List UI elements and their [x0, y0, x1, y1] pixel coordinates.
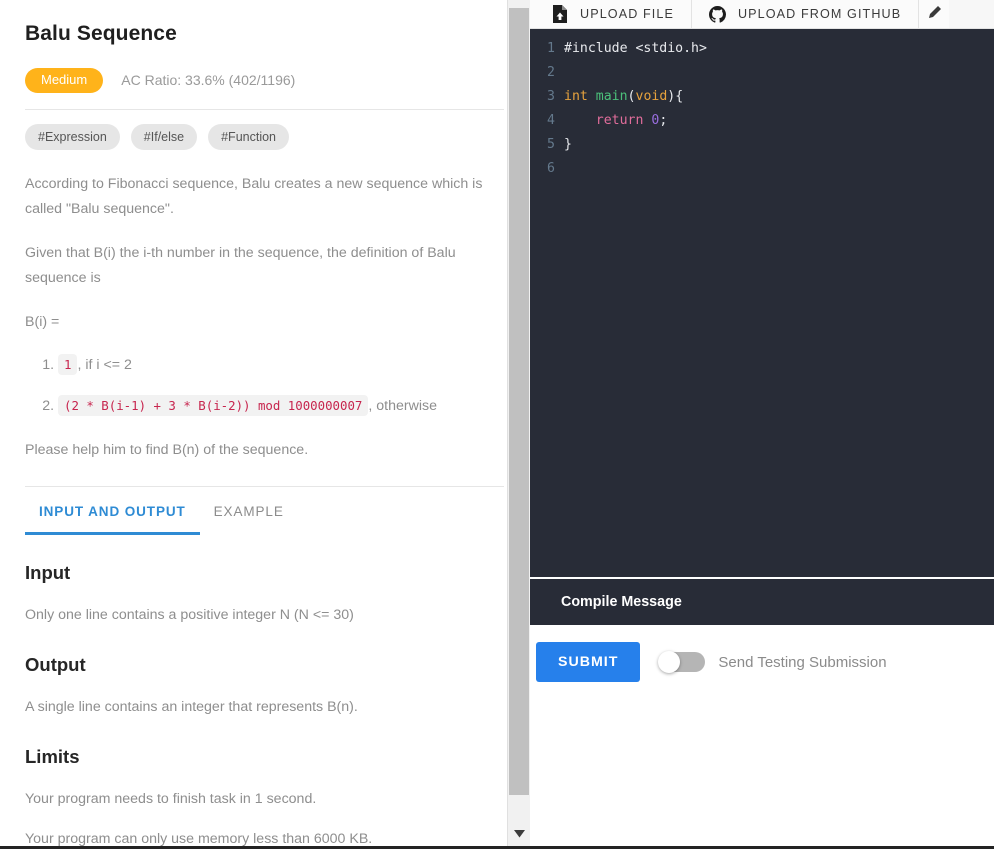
tag-item[interactable]: #If/else — [131, 124, 197, 150]
section-heading-limits: Limits — [25, 746, 504, 768]
section-heading-output: Output — [25, 654, 504, 676]
section-body-input: Only one line contains a positive intege… — [25, 604, 504, 627]
formula-item: (2 * B(i-1) + 3 * B(i-2)) mod 1000000007… — [58, 395, 504, 418]
tag-item[interactable]: #Function — [208, 124, 289, 150]
testing-submission-control: Send Testing Submission — [659, 652, 886, 672]
code-line: 3 int main ( void ) { — [530, 85, 994, 109]
description-paragraph: According to Fibonacci sequence, Balu cr… — [25, 172, 495, 221]
scroll-down-button[interactable] — [508, 822, 530, 846]
github-icon — [709, 6, 726, 23]
code-token: void — [636, 85, 668, 109]
code-editor[interactable]: 1 #include <stdio.h> 2 3 int main ( void… — [530, 29, 994, 577]
problem-panel: Balu Sequence Medium AC Ratio: 33.6% (40… — [0, 0, 530, 846]
page-title: Balu Sequence — [25, 22, 504, 46]
code-token: int — [564, 85, 588, 109]
code-token: { — [675, 85, 683, 109]
closing-paragraph: Please help him to find B(n) of the sequ… — [25, 438, 495, 462]
code-token — [588, 85, 596, 109]
section-heading-input: Input — [25, 562, 504, 584]
code-text: #include <stdio.h> — [564, 37, 707, 61]
difficulty-badge: Medium — [25, 68, 103, 93]
formula-list: 1, if i <= 2 (2 * B(i-1) + 3 * B(i-2)) m… — [25, 354, 504, 417]
upload-from-github-button[interactable]: UPLOAD FROM GITHUB — [692, 0, 919, 28]
formula-item: 1, if i <= 2 — [58, 354, 504, 377]
code-line: 5 } — [530, 133, 994, 157]
upload-from-github-label: UPLOAD FROM GITHUB — [738, 7, 901, 21]
formula-lead: B(i) = — [25, 310, 495, 334]
code-line: 2 — [530, 61, 994, 85]
tag-list: #Expression #If/else #Function — [25, 124, 504, 150]
toggle-knob — [658, 651, 680, 673]
upload-file-label: UPLOAD FILE — [580, 7, 674, 21]
line-number: 3 — [530, 85, 564, 109]
section-body-limits-memory: Your program can only use memory less th… — [25, 828, 504, 846]
send-testing-submission-toggle[interactable] — [659, 652, 705, 672]
code-line: 6 — [530, 157, 994, 181]
draft-button[interactable] — [919, 0, 949, 28]
compile-message-header: Compile Message — [530, 579, 994, 625]
line-number: 5 — [530, 133, 564, 157]
tab-example[interactable]: EXAMPLE — [200, 487, 298, 535]
scrollbar-thumb[interactable] — [509, 8, 529, 795]
code-token: } — [564, 133, 572, 157]
code-token: ( — [628, 85, 636, 109]
line-number: 4 — [530, 109, 564, 133]
file-upload-icon — [552, 5, 568, 23]
code-line: 1 #include <stdio.h> — [530, 37, 994, 61]
pen-icon — [927, 6, 941, 22]
code-token: main — [596, 85, 628, 109]
formula-suffix: , if i <= 2 — [77, 357, 131, 373]
section-body-limits-time: Your program needs to finish task in 1 s… — [25, 788, 504, 811]
formula-suffix: , otherwise — [368, 398, 437, 414]
submission-actions: SUBMIT Send Testing Submission — [530, 625, 994, 682]
inline-code: (2 * B(i-1) + 3 * B(i-2)) mod 1000000007 — [58, 395, 368, 416]
problem-tabs: INPUT AND OUTPUT EXAMPLE — [25, 486, 504, 535]
editor-toolbar: UPLOAD FILE UPLOAD FROM GITHUB — [530, 0, 994, 29]
problem-content: Balu Sequence Medium AC Ratio: 33.6% (40… — [0, 0, 530, 846]
chevron-down-icon — [514, 830, 525, 838]
submit-button[interactable]: SUBMIT — [536, 642, 640, 682]
line-number: 6 — [530, 157, 564, 181]
code-token: 0 — [651, 109, 659, 133]
code-token: ) — [667, 85, 675, 109]
code-token: return — [596, 109, 644, 133]
editor-panel: UPLOAD FILE UPLOAD FROM GITHUB 1 #includ… — [530, 0, 994, 846]
description-paragraph: Given that B(i) the i-th number in the s… — [25, 241, 495, 290]
tag-item[interactable]: #Expression — [25, 124, 120, 150]
inline-code: 1 — [58, 354, 77, 375]
code-token — [643, 109, 651, 133]
code-token — [564, 109, 596, 133]
code-token: ; — [659, 109, 667, 133]
tab-input-and-output[interactable]: INPUT AND OUTPUT — [25, 487, 200, 535]
send-testing-submission-label: Send Testing Submission — [718, 654, 886, 671]
line-number: 2 — [530, 61, 564, 85]
problem-scrollbar[interactable] — [507, 0, 530, 846]
app-root: Balu Sequence Medium AC Ratio: 33.6% (40… — [0, 0, 994, 849]
compile-message-label: Compile Message — [561, 594, 682, 610]
problem-meta: Medium AC Ratio: 33.6% (402/1196) — [25, 68, 504, 110]
line-number: 1 — [530, 37, 564, 61]
ac-ratio-text: AC Ratio: 33.6% (402/1196) — [121, 72, 295, 88]
code-line: 4 return 0 ; — [530, 109, 994, 133]
section-body-output: A single line contains an integer that r… — [25, 696, 504, 719]
upload-file-button[interactable]: UPLOAD FILE — [530, 0, 692, 28]
